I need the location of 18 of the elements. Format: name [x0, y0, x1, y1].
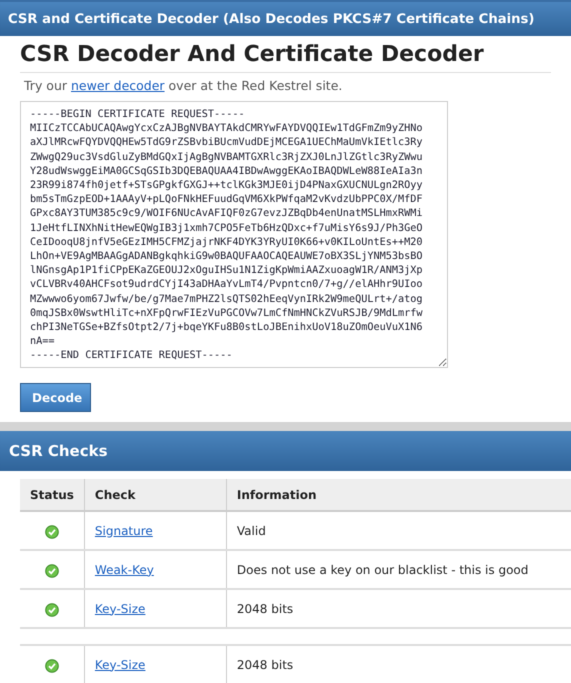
column-header: Check	[84, 479, 226, 511]
decode-button[interactable]: Decode	[20, 383, 91, 412]
check-link[interactable]: Weak-Key	[94, 562, 154, 576]
column-header: Status	[20, 479, 84, 511]
column-header: Information	[226, 479, 571, 511]
intro-text: Try our newer decoder over at the Red Kestrel site.	[24, 78, 344, 93]
check-link[interactable]: Key-Size	[94, 602, 146, 616]
page-title: CSR Decoder And Certificate Decoder	[20, 42, 551, 73]
newer-decoder-link[interactable]: newer decoder	[71, 78, 165, 93]
table-cell: Does not use a key on our blacklist - this is good	[226, 550, 571, 589]
table-cell: Valid	[226, 511, 571, 550]
check-link[interactable]: Key-Size	[94, 658, 146, 672]
check-link[interactable]: Signature	[94, 524, 153, 538]
site-header: CSR and Certificate Decoder (Also Decodes PKCS#7 Certificate Chains)	[0, 0, 571, 36]
table-cell: 2048 bits	[226, 589, 571, 628]
table-cell: 2048 bits	[226, 645, 571, 683]
csr-input-field[interactable]: -----BEGIN CERTIFICATE REQUEST----- MIICzTCCAbUCAQAwgYcxCzAJBgNVBAYTAkdCMRYwFAYDVQQIEw1TdGFmZm9yZHNo aXJlMRcwFQYDVQQHEw5TdG9rZSBvbiBUcmVudDEjMCEGA1UEChMaUmVkIEtlc3Ry ZWwgQ29uc3VsdGluZyBMdGQxIjAgBgNVBAMTGXRlc3RjZXJ0LnJlZGtlc3RyZWwu Y28udWswggEiMA0GCSqGSIb3DQEBAQUAA4IBDwAwggEKAoIBAQDWLeW88IeAIa3n 23R99i874fh0jetf+STsGPgkfGXGJ++tclKGk3MJE0ijD4PNaxGXUCNULgn2ROyy bm5sTmGzpEOD+1AAAyV+pLQoFNkHEFuudGqVM6XkPWfqaM2vKvdzUbPPC0X/MfDF GPxc8AY3TUM385c9c9/WOIF6NUcAvAFIQF0zG7evzJZBqDb4enUnatMSLHmxRWMi 1JeHtfLINXhNitHewEQWgIB3j1xmh7CPO5FeTb6HzQDxc+f7uMisY6s9J/Ph3GeO CeIDooqU8jnfV5eGEzIMH5CFMZjajrNKF4DYK3YRyUI0K66+v0KILoUntEs++M20 LhOn+VE9AgMBAAGgADANBgkqhkiG9w0BAQUFAAOCAQEAUWE7oBX3SLjYNM53bsBO lNGnsgAp1P1fiCPpEKaZGEOUJ2xOguIHSu1N1ZigKpWmiAAZxuoagW1R/ANM3jXp vCLVBRv40AHCFsot9udrdCYjI43aDHAaYvLmT4/Pvpntcn0/7+g//elAHhr9UIoo MZwwwo6yom67Jwfw/be/g7Mae7mPHZ2lsQTS02hEeqVynIRk2W9meQULrt+/atog 0mqJSBx0WswtHliTc+nXFpQrwFIEzVuPGCOVw7LmCfNmHNCkZVuRSJB/9MdLmrfw chPI3NeTGSe+BZfsOtpt2/7j+bqeYKFu8B0stLoJBEnihxUoV18uZOmOeuVuX1N6 nA== -----END CERTIFICATE REQUEST-----	[20, 101, 448, 368]
section-header: CSR Checks	[0, 431, 571, 471]
